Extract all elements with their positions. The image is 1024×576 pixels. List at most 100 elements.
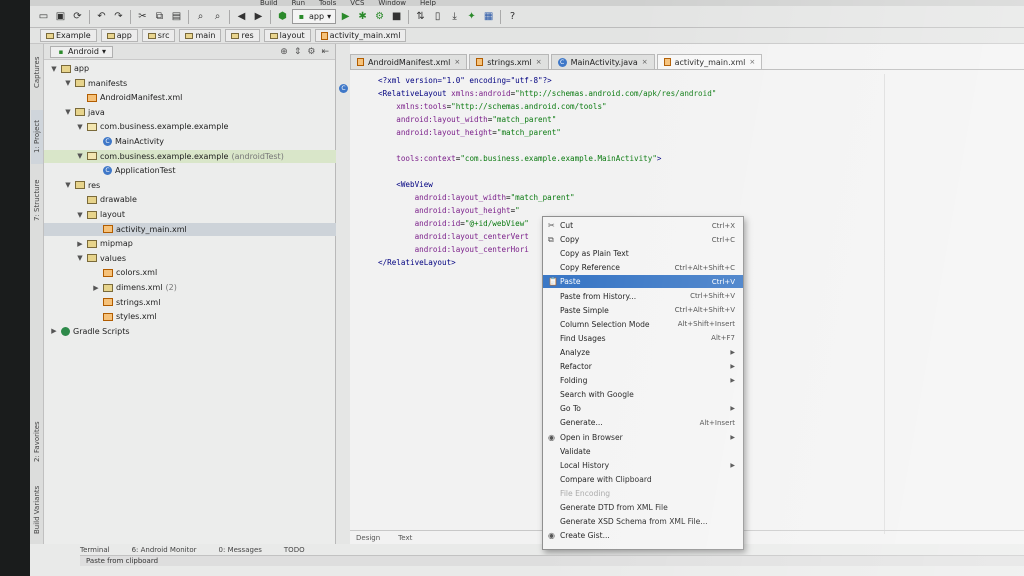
context-menu-generate[interactable]: Generate... Alt+Insert	[543, 416, 743, 429]
tree-expand-arrow[interactable]: ▼	[64, 108, 72, 116]
context-menu-paste[interactable]: 📋 Paste Ctrl+V	[543, 275, 743, 289]
tree-node-com-business-example-example[interactable]: ▼ com.business.example.example	[44, 120, 336, 133]
close-tab-icon[interactable]: ×	[749, 58, 755, 66]
bottom-tab-todo[interactable]: TODO	[284, 546, 305, 554]
context-menu-compare-with-clipboard[interactable]: Compare with Clipboard	[543, 473, 743, 486]
find-icon[interactable]: ⌕	[193, 9, 208, 24]
tree-node-dimens-xml[interactable]: ▶ dimens.xml (2)	[44, 281, 336, 294]
tree-node-strings-xml[interactable]: strings.xml	[44, 296, 336, 309]
settings-gear-icon[interactable]: ⚙	[307, 47, 315, 57]
close-tab-icon[interactable]: ×	[454, 58, 460, 66]
tree-node-res[interactable]: ▼ res	[44, 179, 336, 192]
tree-expand-arrow[interactable]: ▼	[76, 123, 84, 131]
context-menu-folding[interactable]: Folding ▶	[543, 374, 743, 387]
copy-icon[interactable]: ⧉	[152, 9, 167, 24]
tree-node-layout[interactable]: ▼ layout	[44, 208, 336, 221]
tree-node-values[interactable]: ▼ values	[44, 252, 336, 265]
editor-tab-androidmanifest-xml[interactable]: AndroidManifest.xml ×	[350, 54, 468, 69]
context-menu-refactor[interactable]: Refactor ▶	[543, 360, 743, 373]
tree-node-colors-xml[interactable]: colors.xml	[44, 266, 336, 279]
breadcrumb-item[interactable]: src	[141, 29, 176, 42]
tree-expand-arrow[interactable]: ▶	[92, 284, 100, 292]
editor-text-tab[interactable]: Text	[398, 534, 412, 542]
context-menu-copy[interactable]: ⧉ Copy Ctrl+C	[543, 233, 743, 246]
gradle-sync-icon[interactable]: ⇅	[413, 9, 428, 24]
tree-node-java[interactable]: ▼ java	[44, 106, 336, 119]
bottom-tab-0-messages[interactable]: 0: Messages	[219, 546, 262, 554]
context-menu-local-history[interactable]: Local History ▶	[543, 459, 743, 472]
captures-tab[interactable]: Captures	[31, 48, 43, 96]
avd-manager-icon[interactable]: ▯	[430, 9, 445, 24]
tree-node-drawable[interactable]: drawable	[44, 193, 336, 206]
context-menu-copy-reference[interactable]: Copy Reference Ctrl+Alt+Shift+C	[543, 261, 743, 274]
breadcrumb-item[interactable]: main	[179, 29, 222, 42]
context-menu-analyze[interactable]: Analyze ▶	[543, 346, 743, 359]
context-menu-create-gist[interactable]: ◉ Create Gist...	[543, 529, 743, 542]
context-menu-open-in-browser[interactable]: ◉ Open in Browser ▶	[543, 431, 743, 444]
tree-node-gradle-scripts[interactable]: ▶ Gradle Scripts	[44, 325, 336, 338]
editor-tab-strings-xml[interactable]: strings.xml ×	[469, 54, 549, 69]
context-menu-find-usages[interactable]: Find Usages Alt+F7	[543, 332, 743, 345]
editor-tab-mainactivity-java[interactable]: C MainActivity.java ×	[550, 54, 655, 69]
tree-node-manifests[interactable]: ▼ manifests	[44, 77, 336, 90]
run-config-select[interactable]: ▪ app ▾	[292, 9, 337, 24]
tree-node-activity-main-xml[interactable]: activity_main.xml	[44, 222, 336, 236]
breadcrumb-item[interactable]: activity_main.xml	[314, 29, 407, 42]
context-menu-generate-dtd-from-xml-file[interactable]: Generate DTD from XML File	[543, 501, 743, 514]
stop-icon[interactable]: ■	[389, 9, 404, 24]
cut-icon[interactable]: ✂	[135, 9, 150, 24]
collapse-all-icon[interactable]: ⇕	[294, 47, 302, 57]
editor-design-tab[interactable]: Design	[356, 534, 380, 542]
context-menu-validate[interactable]: Validate	[543, 445, 743, 458]
help-icon[interactable]: ?	[505, 9, 520, 24]
class-marker-icon[interactable]: C	[339, 84, 348, 93]
tree-expand-arrow[interactable]: ▶	[76, 240, 84, 248]
sync-icon[interactable]: ⟳	[70, 9, 85, 24]
run-icon[interactable]: ▶	[338, 9, 353, 24]
tree-expand-arrow[interactable]: ▼	[64, 181, 72, 189]
context-menu-search-with-google[interactable]: Search with Google	[543, 388, 743, 401]
forward-icon[interactable]: ▶	[251, 9, 266, 24]
android-device-monitor-icon[interactable]: ✦	[464, 9, 479, 24]
make-project-icon[interactable]: ⬢	[275, 9, 290, 24]
context-menu-column-selection-mode[interactable]: Column Selection Mode Alt+Shift+Insert	[543, 318, 743, 331]
breadcrumb-item[interactable]: app	[100, 29, 138, 42]
context-menu-go-to[interactable]: Go To ▶	[543, 402, 743, 415]
sdk-manager-icon[interactable]: ⤓	[447, 9, 462, 24]
tree-expand-arrow[interactable]: ▼	[50, 65, 58, 73]
attach-debugger-icon[interactable]: ⚙	[372, 9, 387, 24]
breadcrumb-item[interactable]: res	[225, 29, 260, 42]
context-menu-cut[interactable]: ✂ Cut Ctrl+X	[543, 219, 743, 232]
project-view-select[interactable]: ▪ Android ▾	[50, 45, 113, 58]
context-menu-copy-as-plain-text[interactable]: Copy as Plain Text	[543, 247, 743, 260]
bottom-tab-6-android-monitor[interactable]: 6: Android Monitor	[132, 546, 197, 554]
redo-icon[interactable]: ↷	[111, 9, 126, 24]
paste-icon[interactable]: ▤	[169, 9, 184, 24]
tree-expand-arrow[interactable]: ▼	[76, 152, 84, 160]
save-all-icon[interactable]: ▣	[53, 9, 68, 24]
breadcrumb-item[interactable]: layout	[263, 29, 311, 42]
context-menu-paste-simple[interactable]: Paste Simple Ctrl+Alt+Shift+V	[543, 304, 743, 317]
tree-node-applicationtest[interactable]: C ApplicationTest	[44, 164, 336, 177]
breadcrumb-item[interactable]: Example	[40, 29, 97, 42]
favorites-tab[interactable]: 2: Favorites	[31, 414, 43, 470]
bottom-tab-terminal[interactable]: Terminal	[80, 546, 110, 554]
back-icon[interactable]: ◀	[234, 9, 249, 24]
tree-expand-arrow[interactable]: ▶	[50, 327, 58, 335]
tree-expand-arrow[interactable]: ▼	[76, 211, 84, 219]
close-tab-icon[interactable]: ×	[642, 58, 648, 66]
replace-icon[interactable]: ⌕	[210, 9, 225, 24]
build-variants-tab[interactable]: Build Variants	[31, 480, 43, 540]
hide-panel-icon[interactable]: ⇤	[321, 47, 329, 57]
project-structure-icon[interactable]: ▦	[481, 9, 496, 24]
tree-node-androidmanifest-xml[interactable]: AndroidManifest.xml	[44, 91, 336, 104]
context-menu-paste-from-history[interactable]: Paste from History... Ctrl+Shift+V	[543, 290, 743, 303]
context-menu-generate-xsd-schema-from-xml-file[interactable]: Generate XSD Schema from XML File...	[543, 515, 743, 528]
tree-expand-arrow[interactable]: ▼	[76, 254, 84, 262]
editor-tab-activity-main-xml[interactable]: activity_main.xml ×	[656, 54, 763, 69]
tree-node-app[interactable]: ▼ app	[44, 62, 336, 75]
open-folder-icon[interactable]: ▭	[36, 9, 51, 24]
debug-icon[interactable]: ✱	[355, 9, 370, 24]
close-tab-icon[interactable]: ×	[536, 58, 542, 66]
tree-node-mainactivity[interactable]: C MainActivity	[44, 135, 336, 148]
